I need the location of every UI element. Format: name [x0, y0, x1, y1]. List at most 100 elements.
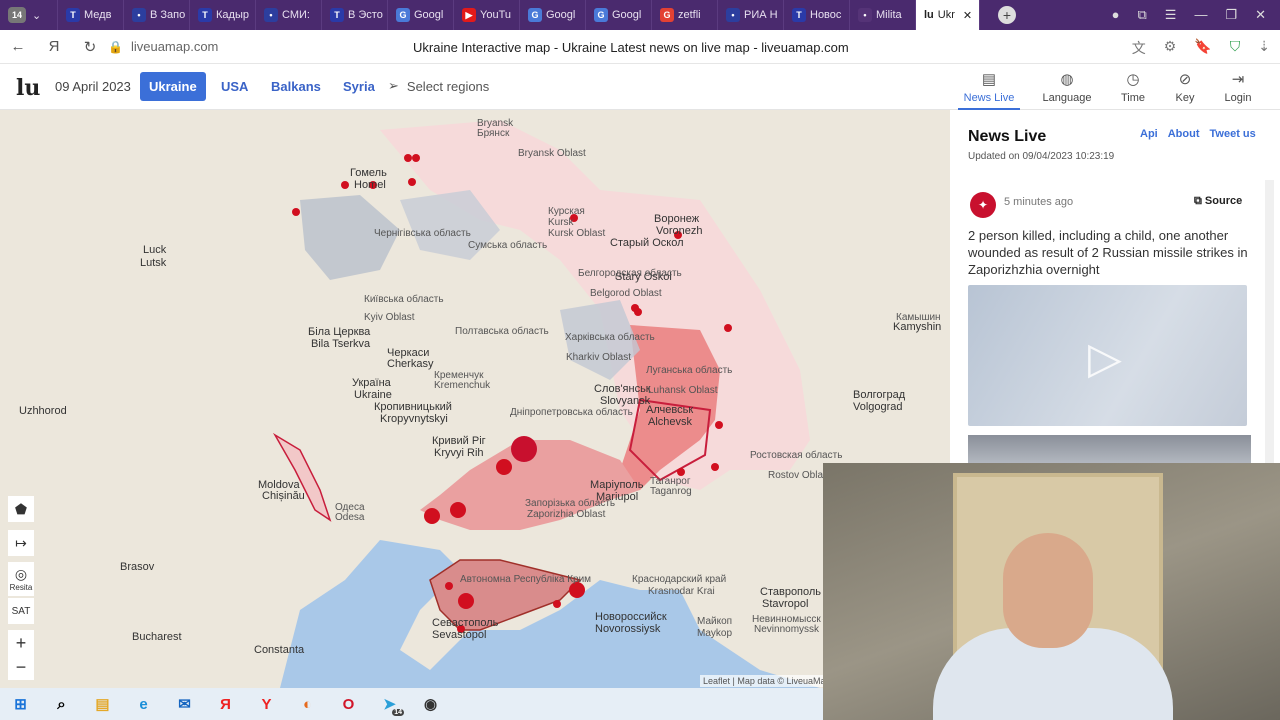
region-usa-button[interactable]: USA	[212, 72, 257, 101]
map-label: Zaporizhia Oblast	[527, 509, 606, 520]
satellite-toggle[interactable]: SAT	[8, 598, 34, 624]
browser-tab[interactable]: • В Запо	[124, 0, 190, 30]
tab-favicon-icon: T	[792, 8, 806, 22]
shield-icon[interactable]: ⛉	[1230, 38, 1241, 58]
browser-tab[interactable]: G Googl	[520, 0, 586, 30]
menu-news-live[interactable]: ▤ News Live	[958, 70, 1020, 110]
about-link[interactable]: About	[1168, 128, 1200, 140]
missile-icon: ✦	[970, 192, 996, 218]
app-icon[interactable]: ◉	[410, 688, 451, 720]
browser-tab[interactable]: ▶ YouTu	[454, 0, 520, 30]
select-regions-button[interactable]: ➢ Select regions	[388, 78, 489, 94]
browser-tab[interactable]: G Googl	[388, 0, 454, 30]
profile-icon[interactable]: ●	[1112, 7, 1120, 23]
news-image[interactable]	[968, 435, 1251, 465]
tab-count-button[interactable]: 14 ⌄	[0, 0, 58, 30]
tab-label: Milita	[876, 9, 902, 21]
yandex-icon[interactable]: Y	[246, 688, 287, 720]
tab-label: СМИ:	[282, 9, 310, 21]
tweet-us-link[interactable]: Tweet us	[1210, 128, 1256, 140]
translate-icon[interactable]: 文	[1132, 38, 1146, 58]
map-label: Камышин	[896, 312, 941, 323]
zoom-out-button[interactable]: −	[8, 654, 34, 680]
browser-tab[interactable]: T Кадыр	[190, 0, 256, 30]
map-label: Полтавська область	[455, 326, 549, 337]
api-link[interactable]: Api	[1140, 128, 1158, 140]
url-field[interactable]: liveuamap.com	[131, 39, 218, 54]
browser-tab[interactable]: T Новос	[784, 0, 850, 30]
browser-tab[interactable]: T В Эсто	[322, 0, 388, 30]
region-syria-button[interactable]: Syria	[334, 72, 384, 101]
windows-taskbar: ⊞ ⌕ ▤ e ✉ Я Y ◐ O ➤ 14 ◉	[0, 688, 823, 720]
start-icon[interactable]: ⊞	[0, 688, 41, 720]
search-icon[interactable]: ⌕	[41, 688, 82, 720]
play-icon[interactable]: ▷	[1088, 333, 1122, 384]
yandex-browser-icon[interactable]: Я	[205, 688, 246, 720]
browser-tab[interactable]: • РИА Н	[718, 0, 784, 30]
map-label: Дніпропетровська область	[510, 407, 633, 418]
map-label: Харківська область	[565, 332, 655, 343]
zoom-in-button[interactable]: +	[8, 630, 34, 656]
draw-polygon-tool[interactable]: ⬟	[8, 496, 34, 522]
menu-login[interactable]: ⇥ Login	[1207, 70, 1269, 104]
measure-tool[interactable]: ↦	[8, 530, 34, 556]
browser-tab[interactable]: Gzetfli	[652, 0, 718, 30]
map-label: Belgorod Oblast	[590, 288, 662, 299]
map-label: Luhansk Oblast	[648, 385, 718, 396]
minimize-icon[interactable]: —	[1194, 7, 1207, 23]
yandex-icon[interactable]: Я	[36, 30, 72, 64]
tab-favicon-icon: G	[660, 8, 674, 22]
map-label: Автономна Республіка Крим	[460, 574, 592, 585]
menu-language[interactable]: ◍ Language	[1036, 70, 1098, 104]
restore-icon[interactable]: ❐	[1225, 7, 1237, 23]
bookmark-icon[interactable]: 🔖	[1194, 38, 1211, 58]
telegram-badge: 14	[392, 709, 404, 716]
telegram-icon[interactable]: ➤ 14	[369, 688, 410, 720]
browser-tab[interactable]: G Googl	[586, 0, 652, 30]
eye-icon: ◎	[14, 566, 28, 582]
map-label: Luck	[143, 244, 167, 256]
reload-icon[interactable]: ↻	[72, 30, 108, 64]
menu-label: Language	[1042, 92, 1092, 104]
close-icon[interactable]: ✕	[963, 9, 972, 22]
map-label: Bryansk Oblast	[518, 148, 586, 159]
firefox-icon[interactable]: ◐	[287, 688, 328, 720]
map-attribution[interactable]: Leaflet | Map data © LiveuaMap	[700, 675, 834, 687]
extension-icon[interactable]: ⚙	[1164, 38, 1177, 58]
browser-tab[interactable]: T Медв	[58, 0, 124, 30]
opera-icon[interactable]: O	[328, 688, 369, 720]
new-tab-button[interactable]: +	[998, 6, 1016, 24]
region-balkans-button[interactable]: Balkans	[262, 72, 330, 101]
tab-favicon-icon: T	[66, 8, 80, 22]
map-label: Алчевськ	[646, 404, 694, 416]
file-explorer-icon[interactable]: ▤	[82, 688, 123, 720]
map-label: Ростовская область	[750, 450, 843, 461]
browser-tab[interactable]: • СМИ:	[256, 0, 322, 30]
back-arrow-icon[interactable]: ←	[0, 30, 36, 64]
downloads-icon[interactable]: ⇣	[1258, 38, 1270, 58]
map-label: Курская	[548, 206, 585, 217]
tab-favicon-icon: G	[528, 8, 542, 22]
browser-tab[interactable]: • Milita	[850, 0, 916, 30]
tab-label: В Эсто	[348, 9, 383, 21]
tab-favicon-icon: G	[396, 8, 410, 22]
map-label: Луганська область	[646, 365, 733, 376]
map-label: Constanta	[254, 644, 305, 656]
mail-icon[interactable]: ✉	[164, 688, 205, 720]
tab-favicon-icon: •	[132, 8, 146, 22]
menu-icon[interactable]: ☰	[1165, 7, 1177, 23]
visibility-toggle[interactable]: ◎ Resita	[8, 562, 34, 596]
news-text[interactable]: 2 person killed, including a child, one …	[968, 227, 1248, 278]
collections-icon[interactable]: ⧉	[1137, 7, 1146, 23]
news-video[interactable]: ▷	[968, 285, 1247, 426]
map-label: Kamyshin	[893, 321, 942, 333]
tab-active[interactable]: lu Ukr ✕	[916, 0, 980, 30]
source-link[interactable]: ⧉ Source	[1194, 195, 1242, 208]
map-label: Брянск	[477, 128, 510, 139]
map-label: Гомель	[350, 167, 387, 179]
close-window-icon[interactable]: ✕	[1255, 7, 1266, 23]
liveuamap-logo[interactable]: lu	[16, 75, 40, 101]
region-ukraine-button[interactable]: Ukraine	[140, 72, 206, 101]
map-canvas[interactable]: Bryansk Брянск Bryansk Oblast Курская Ku…	[0, 110, 950, 688]
edge-icon[interactable]: e	[123, 688, 164, 720]
